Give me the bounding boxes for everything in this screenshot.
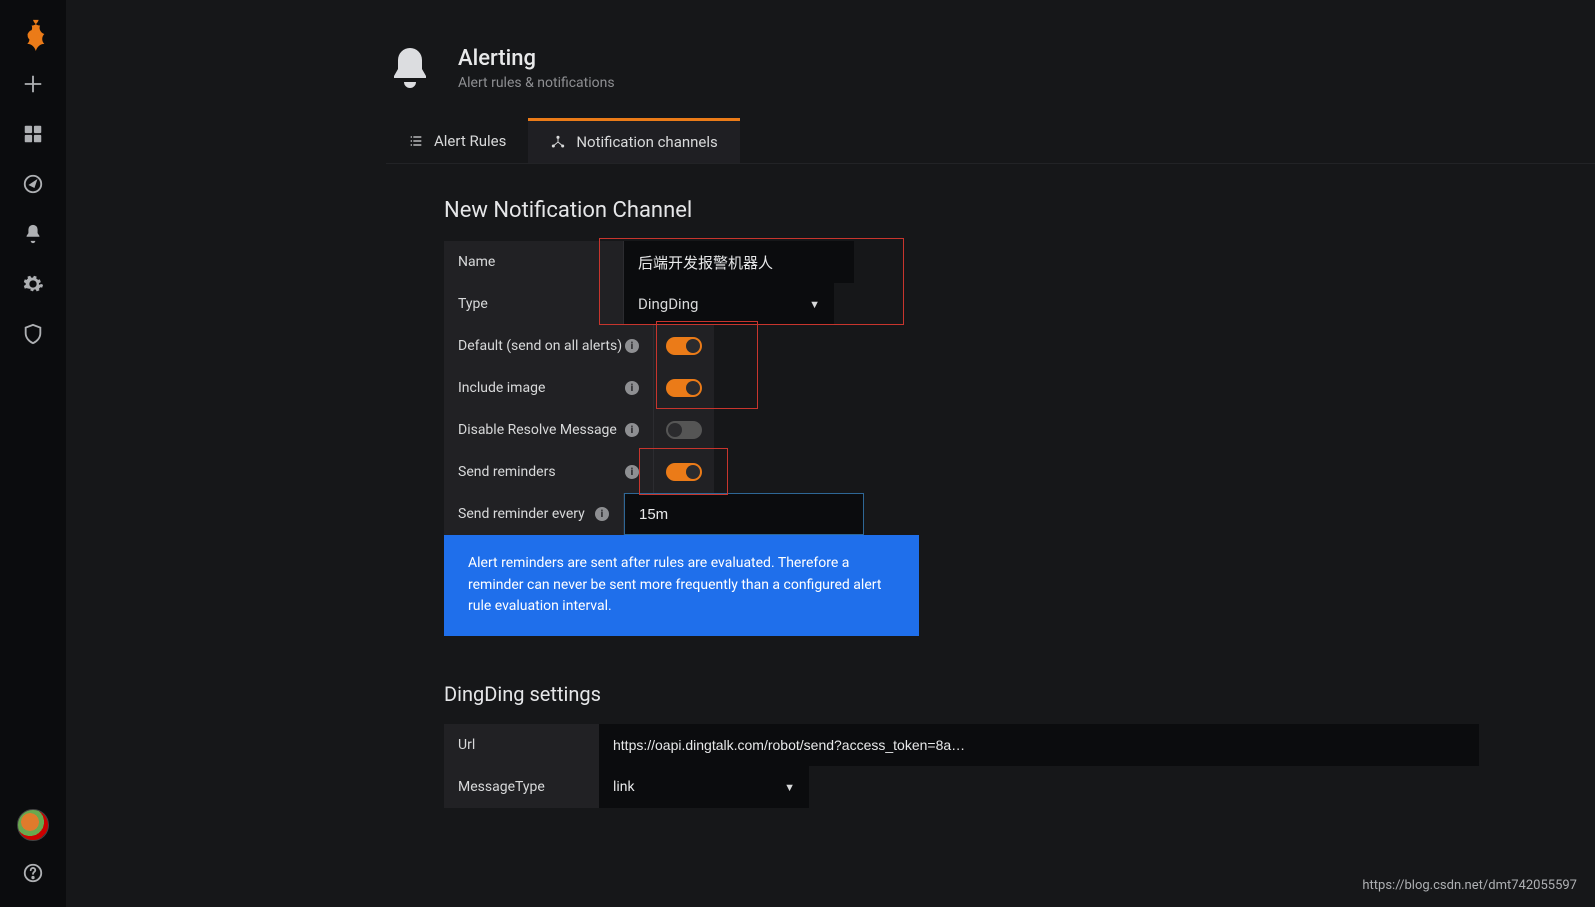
tab-label: Alert Rules	[434, 132, 506, 150]
reminder-every-input-wrap	[624, 493, 864, 535]
info-icon[interactable]: i	[625, 339, 639, 353]
url-input[interactable]	[613, 737, 1465, 753]
page-title: Alerting	[458, 46, 615, 71]
default-label: Default (send on all alerts) i	[444, 325, 654, 367]
default-toggle-cell	[654, 325, 714, 367]
form-content: New Notification Channel Name Type DingD…	[66, 164, 1595, 808]
chevron-down-icon: ▼	[784, 781, 795, 794]
send-reminders-toggle-cell	[654, 451, 714, 493]
watermark: https://blog.csdn.net/dmt742055597	[1362, 878, 1577, 893]
help-icon[interactable]	[13, 853, 53, 893]
disable-resolve-toggle-cell	[654, 409, 714, 451]
dingding-settings: DingDing settings Url MessageType link ▼	[444, 682, 1595, 808]
msgtype-label: MessageType	[444, 766, 599, 808]
send-reminders-toggle[interactable]	[666, 463, 702, 481]
channels-icon	[550, 134, 566, 150]
tab-label: Notification channels	[576, 133, 717, 151]
shield-icon[interactable]	[13, 314, 53, 354]
tabs: Alert Rules Notification channels	[386, 118, 1595, 164]
plus-icon[interactable]	[13, 64, 53, 104]
chevron-down-icon: ▼	[809, 298, 820, 311]
page-header: Alerting Alert rules & notifications	[66, 0, 1595, 118]
info-icon[interactable]: i	[625, 423, 639, 437]
type-select[interactable]: DingDing ▼	[624, 283, 834, 325]
disable-resolve-label: Disable Resolve Message i	[444, 409, 654, 451]
dashboards-icon[interactable]	[13, 114, 53, 154]
info-icon[interactable]: i	[595, 507, 609, 521]
send-reminders-label: Send reminders i	[444, 451, 654, 493]
reminder-every-input[interactable]	[639, 506, 849, 523]
name-input[interactable]	[638, 254, 840, 271]
include-image-toggle[interactable]	[666, 379, 702, 397]
explore-icon[interactable]	[13, 164, 53, 204]
info-box: Alert reminders are sent after rules are…	[444, 535, 919, 636]
msgtype-select[interactable]: link ▼	[599, 766, 809, 808]
user-avatar[interactable]	[17, 809, 49, 841]
type-value: DingDing	[638, 295, 698, 313]
section-title: New Notification Channel	[444, 198, 1595, 223]
url-label: Url	[444, 724, 599, 766]
header-bell-icon	[386, 44, 434, 92]
bell-icon[interactable]	[13, 214, 53, 254]
nav-sidebar	[0, 0, 66, 907]
include-image-label: Include image i	[444, 367, 654, 409]
tab-notification-channels[interactable]: Notification channels	[528, 118, 739, 163]
reminder-every-label: Send reminder every i	[444, 493, 624, 535]
grafana-logo-icon[interactable]	[13, 14, 53, 54]
page-subtitle: Alert rules & notifications	[458, 75, 615, 91]
gear-icon[interactable]	[13, 264, 53, 304]
include-image-toggle-cell	[654, 367, 714, 409]
tab-alert-rules[interactable]: Alert Rules	[386, 118, 528, 163]
url-input-wrap	[599, 724, 1479, 766]
info-icon[interactable]: i	[625, 465, 639, 479]
info-icon[interactable]: i	[625, 381, 639, 395]
name-label: Name	[444, 241, 624, 283]
disable-resolve-toggle[interactable]	[666, 421, 702, 439]
msgtype-value: link	[613, 779, 635, 795]
list-icon	[408, 133, 424, 149]
type-label: Type	[444, 283, 624, 325]
default-toggle[interactable]	[666, 337, 702, 355]
dingding-title: DingDing settings	[444, 682, 1595, 706]
main-panel: Alerting Alert rules & notifications Ale…	[66, 0, 1595, 808]
name-input-wrap	[624, 241, 854, 283]
